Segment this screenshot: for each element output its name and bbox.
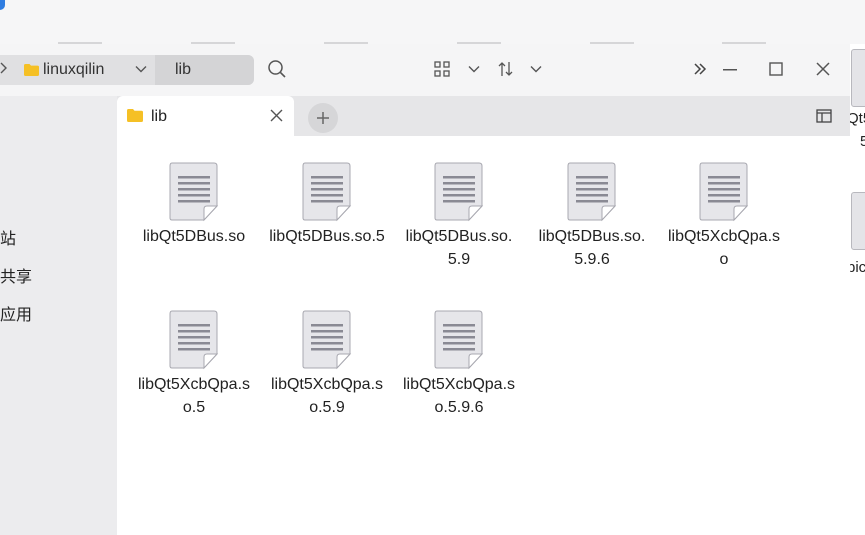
file-item[interactable]: libQt5DBus.so — [134, 162, 254, 248]
document-icon[interactable] — [851, 192, 865, 250]
chevron-right-icon[interactable] — [0, 61, 8, 78]
adjacent-file-label: pic — [850, 259, 865, 276]
breadcrumb-segment-lib[interactable]: lib — [155, 55, 254, 85]
sidebar-item-station[interactable]: 站 — [0, 225, 16, 249]
adjacent-file-label: Qt5 — [850, 110, 865, 127]
document-icon — [434, 162, 484, 222]
tab-lib[interactable]: lib — [117, 96, 294, 136]
file-manager-window: linuxqilin lib 站 共享 应用 lib libQt5DBus.so… — [0, 44, 850, 535]
sidebar-item-apps[interactable]: 应用 — [0, 301, 32, 325]
breadcrumb-segment-linuxqilin[interactable]: linuxqilin — [43, 61, 104, 79]
file-name: libQt5XcbQpa.so.5.9.6 — [402, 376, 516, 416]
breadcrumb: linuxqilin lib — [0, 55, 254, 85]
file-item[interactable]: libQt5DBus.so.5 — [267, 162, 387, 248]
close-icon[interactable] — [270, 109, 283, 122]
document-icon[interactable] — [851, 49, 865, 107]
document-icon — [302, 162, 352, 222]
toolbar: linuxqilin lib — [0, 44, 850, 96]
minimize-icon[interactable] — [723, 69, 737, 71]
folder-icon — [24, 63, 39, 76]
search-icon[interactable] — [267, 59, 287, 79]
maximize-icon[interactable] — [769, 62, 783, 76]
accent-marker — [0, 0, 5, 10]
file-name: libQt5XcbQpa.so.5 — [137, 376, 251, 416]
double-chevron-right-icon[interactable] — [693, 62, 707, 76]
chevron-down-icon[interactable] — [530, 65, 542, 73]
file-item[interactable]: libQt5XcbQpa.so.5.9.6 — [399, 310, 519, 419]
breadcrumb-segment-label: lib — [175, 61, 192, 78]
details-view-icon[interactable] — [816, 109, 832, 123]
document-icon — [699, 162, 749, 222]
document-icon — [434, 310, 484, 370]
grid-view-icon[interactable] — [434, 61, 450, 77]
file-name: libQt5DBus.so.5 — [269, 228, 385, 245]
file-item[interactable]: libQt5XcbQpa.so — [664, 162, 784, 271]
file-item[interactable]: libQt5DBus.so.5.9.6 — [532, 162, 652, 271]
file-name: libQt5DBus.so.5.9.6 — [538, 228, 646, 268]
document-icon — [169, 310, 219, 370]
file-name: libQt5XcbQpa.so — [667, 228, 781, 268]
sort-icon[interactable] — [498, 61, 514, 77]
folder-icon — [127, 109, 143, 122]
file-grid: libQt5DBus.so libQt5DBus.so.5 libQt5DBus… — [117, 136, 850, 535]
file-name: libQt5XcbQpa.so.5.9 — [270, 376, 384, 416]
plus-icon — [317, 112, 329, 124]
file-item[interactable]: libQt5XcbQpa.so.5.9 — [267, 310, 387, 419]
adjacent-file-label: 5 — [860, 133, 865, 150]
file-name: libQt5DBus.so.5.9 — [405, 228, 513, 268]
top-strip — [0, 0, 865, 44]
sidebar-item-share[interactable]: 共享 — [0, 263, 32, 287]
tab-bar: lib — [117, 96, 850, 136]
file-item[interactable]: libQt5XcbQpa.so.5 — [134, 310, 254, 419]
file-item[interactable]: libQt5DBus.so.5.9 — [399, 162, 519, 271]
file-name: libQt5DBus.so — [142, 228, 246, 245]
document-icon — [567, 162, 617, 222]
chevron-down-icon[interactable] — [468, 65, 480, 73]
tab-label: lib — [151, 108, 168, 125]
chevron-down-icon[interactable] — [134, 62, 148, 76]
adjacent-window-edge: Qt5 5 pic — [850, 44, 865, 535]
document-icon — [169, 162, 219, 222]
document-icon — [302, 310, 352, 370]
sidebar: 站 共享 应用 — [0, 96, 117, 535]
close-icon[interactable] — [816, 62, 830, 76]
new-tab-button[interactable] — [308, 103, 338, 133]
